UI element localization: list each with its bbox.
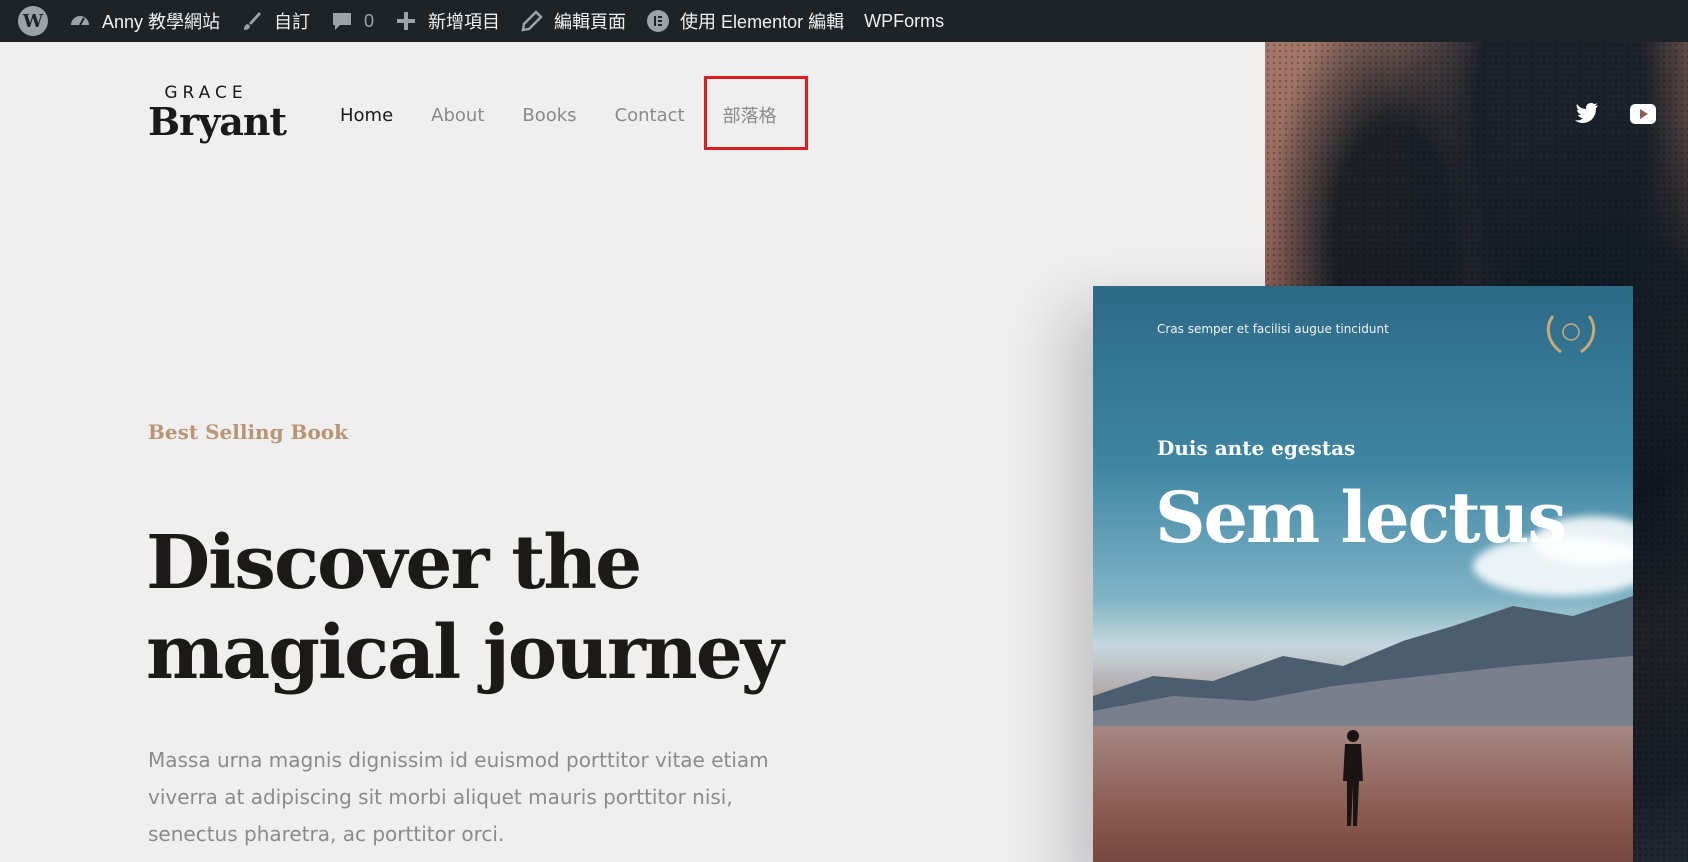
book-title: Sem lectus [1155,476,1567,559]
hero-headline-line-1: Discover the [146,520,642,606]
youtube-icon[interactable] [1630,104,1656,129]
elementor-edit-link[interactable]: 使用 Elementor 編輯 [636,0,854,42]
wpforms-label: WPForms [864,10,945,31]
hero-lead-text: Massa urna magnis dignissim id euismod p… [148,748,769,846]
wordpress-logo-button[interactable]: W [8,0,58,42]
nav-contact[interactable]: Contact [615,105,685,126]
customize-label: 自訂 [274,12,311,32]
plus-icon [394,9,418,33]
book-tagline: Cras semper et facilisi augue tincidunt [1157,322,1389,336]
new-item-label: 新增項目 [428,12,501,32]
hero-eyebrow: Best Selling Book [148,420,348,444]
elementor-label: 使用 Elementor 編輯 [680,12,845,32]
site-logo[interactable]: GRACE Bryant [148,84,287,144]
twitter-icon[interactable] [1575,102,1599,129]
edit-page-link[interactable]: 編輯頁面 [510,0,636,42]
logo-big-text: Bryant [148,99,287,144]
page-content: GRACE Bryant Home About Books Contact 部落… [0,42,1688,862]
site-name-link[interactable]: Anny 教學網站 [58,0,230,42]
site-name-label: Anny 教學網站 [102,12,221,32]
hero-headline: Discover the magical journey [146,518,906,698]
new-item-link[interactable]: 新增項目 [384,0,510,42]
book-subtitle: Duis ante egestas [1157,436,1356,460]
wordpress-icon: W [18,6,48,36]
walking-person-illustration [1343,730,1363,826]
comments-link[interactable]: 0 [320,0,384,42]
dashboard-icon [68,9,92,33]
customize-link[interactable]: 自訂 [230,0,320,42]
comments-count: 0 [364,10,375,31]
comment-bubble-icon [330,9,354,33]
mountains-illustration [1093,596,1633,726]
laurel-award-icon [1546,315,1596,354]
pencil-icon [520,9,544,33]
elementor-icon [646,9,670,33]
wp-admin-bar: W Anny 教學網站 自訂 0 新增項目 編輯頁面 使用 Elementor … [0,0,1688,42]
paintbrush-icon [240,9,264,33]
nav-home[interactable]: Home [340,105,393,126]
wpforms-link[interactable]: WPForms [854,0,954,42]
highlight-box [704,76,808,150]
nav-about[interactable]: About [431,105,484,126]
hero-headline-line-2: magical journey [146,610,784,696]
nav-books[interactable]: Books [522,105,576,126]
book-cover-image[interactable]: Cras semper et facilisi augue tincidunt … [1093,286,1633,862]
edit-page-label: 編輯頁面 [554,12,627,32]
